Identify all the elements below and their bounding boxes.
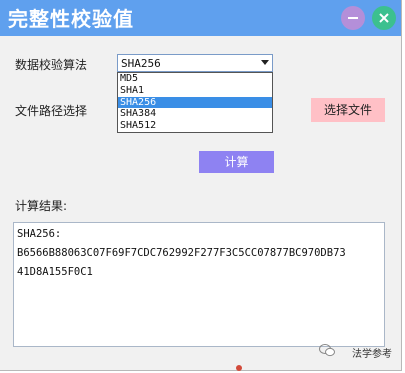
dropdown-option-sha1[interactable]: SHA1 (118, 85, 272, 97)
result-textarea[interactable]: SHA256: B6566B88063C07F69F7CDC762992F277… (13, 222, 385, 347)
algorithm-select-value: SHA256 (121, 57, 161, 70)
dropdown-option-sha384[interactable]: SHA384 (118, 108, 272, 120)
result-line-hash-part2: 41D8A155F0C1 (17, 266, 93, 278)
minimize-icon (348, 17, 358, 19)
cursor-icon (236, 365, 242, 371)
close-button[interactable] (372, 6, 396, 30)
result-line-hash-part1: B6566B88063C07F69F7CDC762992F277F3C5CC07… (17, 247, 346, 259)
close-icon (379, 13, 389, 23)
result-line-algorithm: SHA256: (17, 228, 62, 240)
algorithm-dropdown-list: MD5 SHA1 SHA256 SHA384 SHA512 (117, 72, 273, 133)
wechat-icon (319, 344, 335, 357)
choose-file-button[interactable]: 选择文件 (311, 98, 385, 122)
dropdown-option-sha512[interactable]: SHA512 (118, 120, 272, 132)
window-title: 完整性校验值 (8, 7, 134, 31)
watermark-text: 法学参考 (352, 349, 392, 360)
algorithm-label: 数据校验算法 (15, 58, 88, 72)
dropdown-option-md5[interactable]: MD5 (118, 73, 272, 85)
minimize-button[interactable] (341, 6, 365, 30)
file-path-label: 文件路径选择 (15, 104, 88, 118)
algorithm-select[interactable]: SHA256 (117, 54, 273, 72)
app-window: 完整性校验值 数据校验算法 SHA256 MD5 SHA1 SHA256 SHA… (0, 0, 402, 371)
result-label: 计算结果: (15, 199, 68, 213)
dropdown-option-sha256[interactable]: SHA256 (118, 96, 272, 109)
calculate-button[interactable]: 计算 (199, 151, 274, 173)
title-bar[interactable]: 完整性校验值 (0, 0, 401, 36)
chevron-down-icon (261, 60, 269, 65)
